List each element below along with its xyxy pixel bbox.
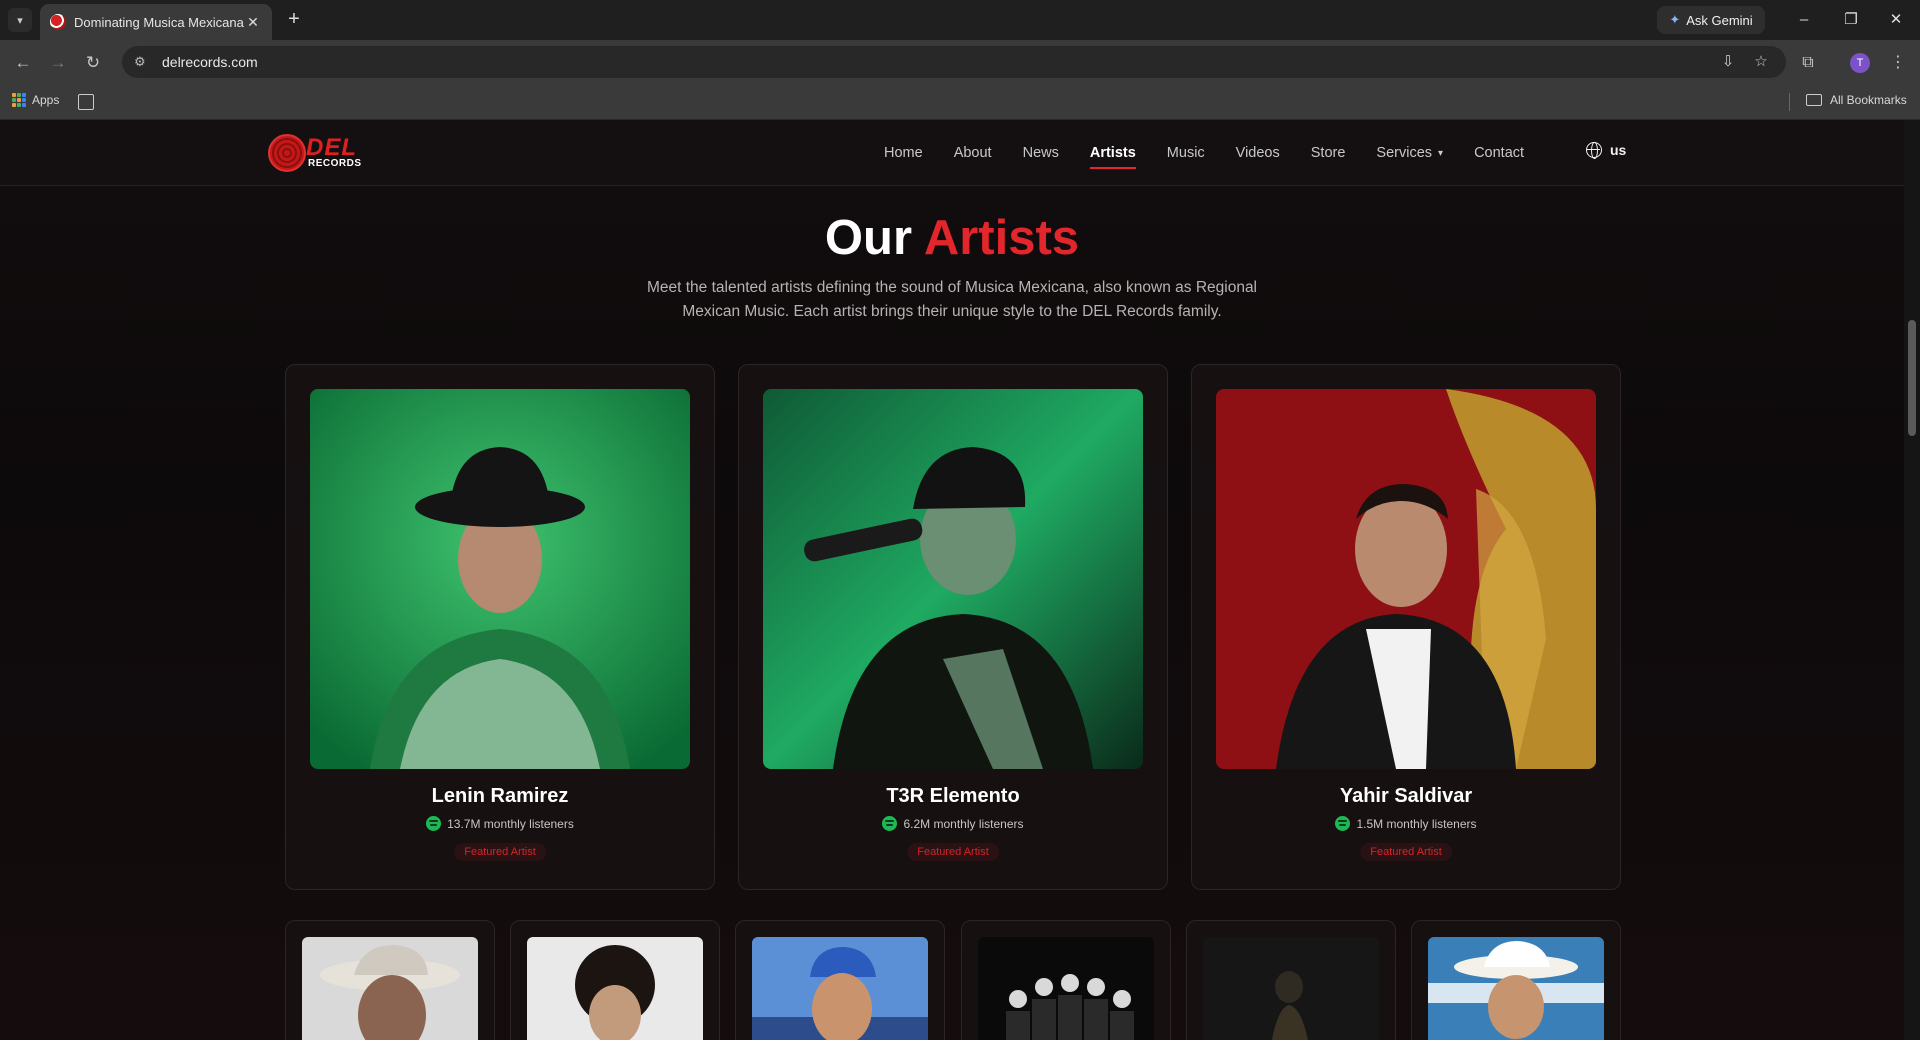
artist-photo[interactable] xyxy=(527,937,703,1040)
reload-icon[interactable]: ↻ xyxy=(80,50,106,76)
tab-search-button[interactable]: ▾ xyxy=(8,8,32,32)
all-bookmarks-label: All Bookmarks xyxy=(1830,93,1907,107)
nav-services-label: Services xyxy=(1376,145,1433,161)
ask-gemini-label: Ask Gemini xyxy=(1686,12,1753,28)
chevron-down-icon: ▾ xyxy=(1438,147,1444,159)
nav-artists[interactable]: Artists xyxy=(1089,120,1136,186)
forward-arrow-icon[interactable]: → xyxy=(45,50,71,76)
page-scrollbar[interactable] xyxy=(1904,120,1920,1040)
install-app-icon[interactable]: ⇩ xyxy=(1716,50,1740,74)
featured-badge: Featured Artist xyxy=(454,843,546,861)
browser-tab-strip: ▾ Dominating Musica Mexicana | ✕ + ✦ Ask… xyxy=(0,0,1920,40)
bookmark-apps-label: Apps xyxy=(32,93,60,107)
artist-photo[interactable] xyxy=(763,389,1143,769)
record-disc-icon xyxy=(268,134,306,172)
artist-card[interactable] xyxy=(510,920,720,1040)
nav-services[interactable]: Services ▾ xyxy=(1376,120,1443,186)
artist-card[interactable]: T3R Elemento 6.2M monthly listeners Feat… xyxy=(738,364,1168,890)
nav-videos[interactable]: Videos xyxy=(1236,120,1280,186)
artist-photo[interactable] xyxy=(1428,937,1604,1040)
page-title: Our Artists xyxy=(0,210,1904,266)
web-page: DEL RECORDS Home About News Artists Musi… xyxy=(0,120,1904,1040)
folder-icon xyxy=(1806,94,1822,106)
artist-name[interactable]: Yahir Saldivar xyxy=(1192,785,1620,808)
tab-title: Dominating Musica Mexicana | xyxy=(74,14,244,30)
artist-card[interactable] xyxy=(285,920,495,1040)
listeners-text: 6.2M monthly listeners xyxy=(903,816,1024,831)
featured-badge: Featured Artist xyxy=(907,843,999,861)
artist-photo[interactable] xyxy=(302,937,478,1040)
nav-about[interactable]: About xyxy=(954,120,992,186)
artist-card[interactable] xyxy=(961,920,1171,1040)
gemini-sparkle-icon: ✦ xyxy=(1669,12,1681,27)
title-accent: Artists xyxy=(923,211,1080,265)
listeners-text: 13.7M monthly listeners xyxy=(447,816,574,831)
close-tab-icon[interactable]: ✕ xyxy=(244,14,262,31)
featured-badge: Featured Artist xyxy=(1360,843,1452,861)
artist-name[interactable]: Lenin Ramirez xyxy=(286,785,714,808)
browser-menu-icon[interactable]: ⋮ xyxy=(1888,50,1908,76)
spotify-icon xyxy=(882,816,898,831)
artist-card[interactable] xyxy=(1411,920,1621,1040)
new-tab-button[interactable]: + xyxy=(282,8,306,32)
del-records-logo[interactable]: DEL RECORDS xyxy=(268,134,364,174)
bookmark-apps[interactable]: Apps xyxy=(12,93,59,107)
profile-avatar[interactable]: T xyxy=(1850,53,1870,73)
favicon-icon xyxy=(50,14,66,30)
restore-window-button[interactable]: ❐ xyxy=(1837,8,1865,32)
main-nav: Home About News Artists Music Videos Sto… xyxy=(884,120,1555,186)
artist-photo[interactable] xyxy=(1203,937,1379,1040)
listeners-text: 1.5M monthly listeners xyxy=(1356,816,1477,831)
page-subtitle: Meet the talented artists defining the s… xyxy=(646,279,1258,320)
minimize-window-button[interactable]: – xyxy=(1790,8,1818,32)
artist-photo[interactable] xyxy=(978,937,1154,1040)
monthly-listeners: 1.5M monthly listeners xyxy=(1192,816,1620,831)
artist-card[interactable] xyxy=(735,920,945,1040)
extensions-puzzle-icon[interactable]: ⧉ xyxy=(1795,50,1821,76)
nav-contact[interactable]: Contact xyxy=(1474,120,1524,186)
nav-music[interactable]: Music xyxy=(1167,120,1205,186)
monthly-listeners: 6.2M monthly listeners xyxy=(739,816,1167,831)
monthly-listeners: 13.7M monthly listeners xyxy=(286,816,714,831)
address-bar[interactable]: ⚙ delrecords.com ⇩ ☆ xyxy=(122,46,1786,78)
chevron-down-icon: ▾ xyxy=(17,14,23,27)
artist-card[interactable]: Yahir Saldivar 1.5M monthly listeners Fe… xyxy=(1191,364,1621,890)
apps-grid-icon xyxy=(12,93,26,107)
site-info-icon[interactable]: ⚙ xyxy=(134,54,154,70)
scrollbar-thumb[interactable] xyxy=(1908,320,1916,436)
nav-news[interactable]: News xyxy=(1023,120,1059,186)
all-bookmarks-button[interactable]: All Bookmarks xyxy=(1806,93,1907,107)
back-arrow-icon[interactable]: ← xyxy=(10,50,36,76)
bookmarks-divider xyxy=(1789,93,1790,111)
ask-gemini-button[interactable]: ✦ Ask Gemini xyxy=(1657,6,1765,34)
logo-subtext: RECORDS xyxy=(308,158,362,169)
close-window-button[interactable]: ✕ xyxy=(1882,8,1910,32)
site-header: DEL RECORDS Home About News Artists Musi… xyxy=(0,120,1904,186)
bookmarks-bar: Apps All Bookmarks xyxy=(0,84,1920,120)
language-selector[interactable]: us xyxy=(1586,142,1627,159)
artist-card[interactable]: Lenin Ramirez 13.7M monthly listeners Fe… xyxy=(285,364,715,890)
spotify-icon xyxy=(1335,816,1351,831)
tab-groups-icon[interactable] xyxy=(78,94,94,110)
url-text: delrecords.com xyxy=(162,54,258,70)
browser-tab-active[interactable]: Dominating Musica Mexicana | ✕ xyxy=(40,4,272,40)
nav-store[interactable]: Store xyxy=(1311,120,1346,186)
spotify-icon xyxy=(426,816,442,831)
artist-photo[interactable] xyxy=(310,389,690,769)
browser-toolbar: ← → ↻ ⚙ delrecords.com ⇩ ☆ ⧉ T ⋮ xyxy=(0,40,1920,84)
title-prefix: Our xyxy=(824,211,913,265)
language-label: us xyxy=(1610,142,1627,158)
nav-home[interactable]: Home xyxy=(884,120,923,186)
artist-card[interactable] xyxy=(1186,920,1396,1040)
artist-photo[interactable] xyxy=(752,937,928,1040)
bookmark-star-icon[interactable]: ☆ xyxy=(1749,50,1773,74)
artist-photo[interactable] xyxy=(1216,389,1596,769)
globe-icon xyxy=(1586,142,1602,159)
artist-name[interactable]: T3R Elemento xyxy=(739,785,1167,808)
